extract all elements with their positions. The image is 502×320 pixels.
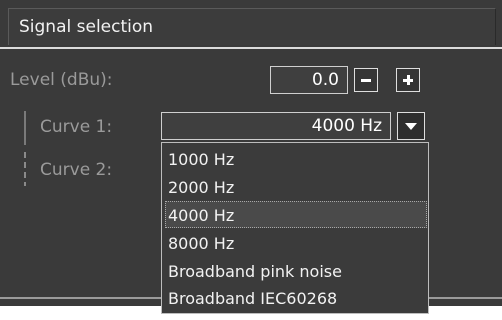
- panel-title: Signal selection: [19, 17, 154, 37]
- curve1-label: Curve 1:: [40, 117, 113, 137]
- curve1-dropdown-button[interactable]: [397, 112, 425, 140]
- curve1-dropdown-list: 1000 Hz 2000 Hz 4000 Hz 8000 Hz Broadban…: [161, 142, 429, 314]
- dropdown-option-iec60268[interactable]: Broadband IEC60268: [168, 289, 337, 308]
- plus-icon: [403, 75, 413, 85]
- dropdown-option-pink-noise[interactable]: Broadband pink noise: [168, 262, 342, 281]
- curve2-label: Curve 2:: [40, 160, 113, 180]
- level-decrement-button[interactable]: [354, 68, 378, 92]
- curve1-indicator: [24, 111, 26, 145]
- panel-header: Signal selection: [8, 8, 496, 45]
- curve1-select[interactable]: 4000 Hz: [161, 112, 391, 140]
- minus-icon: [361, 78, 371, 82]
- dropdown-option-2000hz[interactable]: 2000 Hz: [168, 178, 234, 197]
- header-divider: [0, 47, 502, 49]
- chevron-down-icon: [405, 122, 417, 130]
- dropdown-option-4000hz[interactable]: 4000 Hz: [168, 206, 234, 225]
- dropdown-option-1000hz[interactable]: 1000 Hz: [168, 150, 234, 169]
- level-increment-button[interactable]: [396, 68, 420, 92]
- level-value-input[interactable]: 0.0: [270, 66, 348, 94]
- dropdown-option-8000hz[interactable]: 8000 Hz: [168, 234, 234, 253]
- level-label: Level (dBu):: [10, 70, 113, 90]
- curve2-indicator: [24, 152, 26, 186]
